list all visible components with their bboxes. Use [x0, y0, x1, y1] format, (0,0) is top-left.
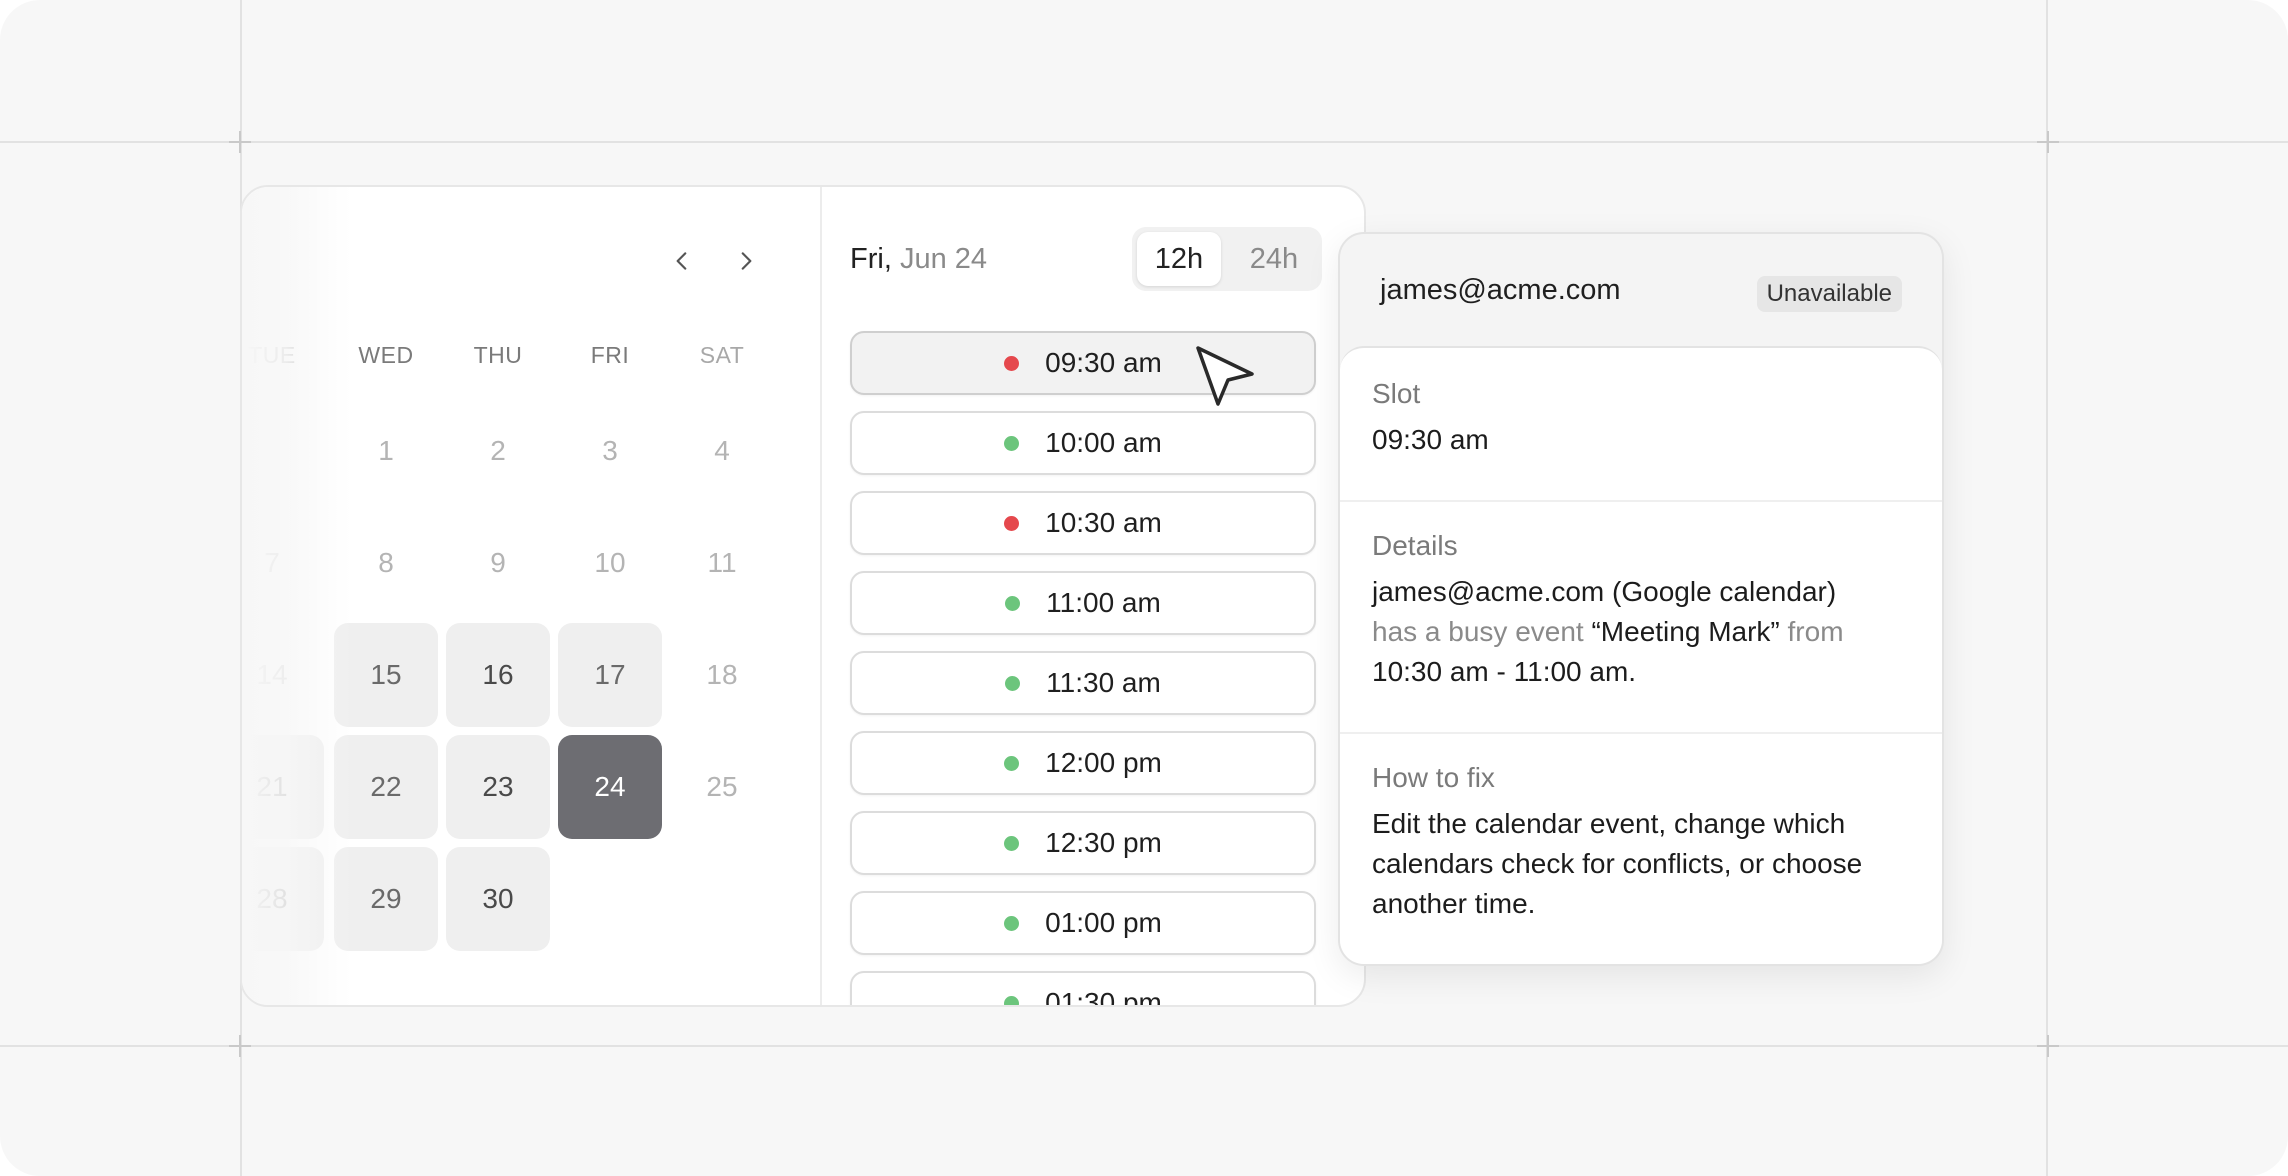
status-dot	[1005, 675, 1021, 691]
format-12h-button[interactable]: 12h	[1137, 232, 1221, 286]
time-slot-button[interactable]: 10:30 am	[850, 491, 1316, 555]
status-dot	[1005, 595, 1021, 611]
plus-marker	[229, 1035, 251, 1057]
calendar-day-18: 18	[706, 659, 738, 690]
calendar-day-17[interactable]: 17	[558, 623, 662, 727]
status-dot	[1004, 435, 1020, 451]
time-slot-pane: Fri, Jun 24 12h 24h 09:30 am 10:00 am 10:3…	[822, 187, 1362, 1005]
next-month-button[interactable]	[724, 239, 768, 283]
mouse-pointer-icon	[1196, 346, 1254, 406]
slot-label: Slot	[1372, 378, 1421, 409]
calendar-day-7: 7	[264, 547, 280, 578]
status-dot	[1004, 755, 1020, 771]
time-slot-button[interactable]: 12:00 pm	[850, 731, 1316, 795]
canvas: TUE WED THU FRI SAT 1 2 3 4 7 8 9 10 11 14 15 16 17 18 21 22…	[0, 0, 2288, 1176]
calendar-day-30[interactable]: 30	[446, 847, 550, 951]
slot-section: Slot 09:30 am	[1372, 378, 1910, 460]
calendar-day-2: 2	[490, 435, 506, 466]
selected-month-day: Jun 24	[899, 243, 988, 275]
booking-widget: TUE WED THU FRI SAT 1 2 3 4 7 8 9 10 11 14 15 16 17 18 21 22…	[240, 185, 1366, 1007]
prev-month-button[interactable]	[660, 239, 704, 283]
calendar-day-3: 3	[602, 435, 618, 466]
calendar-pane: TUE WED THU FRI SAT 1 2 3 4 7 8 9 10 11 14 15 16 17 18 21 22…	[242, 187, 820, 1005]
calendar-day-28[interactable]: 28	[242, 847, 324, 951]
weekday-thu: THU	[473, 342, 523, 368]
format-24h-button[interactable]: 24h	[1232, 232, 1316, 286]
time-slot-button[interactable]: 11:00 am	[850, 571, 1316, 635]
status-badge: Unavailable	[1756, 276, 1902, 312]
guide-line	[0, 141, 2288, 143]
plus-marker	[2037, 131, 2059, 153]
weekday-sat: SAT	[699, 342, 745, 368]
calendar-day-15[interactable]: 15	[334, 623, 438, 727]
time-slot-button[interactable]: 11:30 am	[850, 651, 1316, 715]
details-label: Details	[1372, 530, 1458, 561]
calendar-day-25: 25	[706, 771, 738, 802]
chevron-left-icon	[676, 252, 687, 270]
details-busy: has a busy event	[1372, 616, 1584, 647]
details-calendar: james@acme.com (Google calendar)	[1372, 576, 1837, 607]
details-time-range: 10:30 am - 11:00 am.	[1372, 656, 1637, 687]
calendar-day-23[interactable]: 23	[446, 735, 550, 839]
time-slot-label: 10:30 am	[1045, 507, 1162, 538]
guide-line	[0, 1045, 2288, 1047]
time-slot-label: 11:30 am	[1046, 667, 1161, 698]
guide-line	[2046, 0, 2048, 1176]
section-divider	[1340, 500, 1942, 502]
time-slot-button[interactable]: 12:30 pm	[850, 811, 1316, 875]
calendar-day-11: 11	[707, 547, 737, 578]
calendar-day-8: 8	[378, 547, 394, 578]
calendar-day-10: 10	[594, 547, 626, 578]
time-slot-label: 01:00 pm	[1045, 907, 1162, 938]
plus-marker	[229, 131, 251, 153]
time-slot-label: 12:00 pm	[1045, 747, 1162, 778]
chevron-right-icon	[741, 252, 752, 270]
calendar-day-1: 1	[378, 435, 394, 466]
time-slot-label: 01:30 pm	[1045, 987, 1162, 1007]
fix-text: Edit the calendar event, change which ca…	[1372, 808, 1863, 919]
details-section: Details james@acme.com (Google calendar)…	[1372, 530, 1910, 692]
time-slot-button[interactable]: 01:30 pm	[850, 971, 1316, 1007]
calendar-day-16[interactable]: 16	[446, 623, 550, 727]
calendar-day-4: 4	[714, 435, 730, 466]
time-slot-label: 09:30 am	[1045, 347, 1162, 378]
section-divider	[1340, 732, 1942, 734]
calendar-day-9: 9	[490, 547, 506, 578]
popover-body: Slot 09:30 am Details james@acme.com (Go…	[1340, 346, 1942, 964]
details-event-name: “Meeting Mark”	[1591, 616, 1780, 647]
details-text: james@acme.com (Google calendar) has a b…	[1372, 572, 1910, 692]
time-slot-label: 10:00 am	[1045, 427, 1162, 458]
time-slot-button[interactable]: 10:00 am	[850, 411, 1316, 475]
calendar-day-24[interactable]: 24	[558, 735, 662, 839]
time-slot-label: 12:30 pm	[1045, 827, 1162, 858]
calendar-day-29[interactable]: 29	[334, 847, 438, 951]
fix-label: How to fix	[1372, 762, 1495, 793]
popover-header: james@acme.com Unavailable	[1340, 234, 1942, 346]
status-dot	[1004, 835, 1020, 851]
status-dot	[1004, 995, 1020, 1005]
weekday-wed: WED	[358, 342, 414, 368]
calendar-day-22[interactable]: 22	[334, 735, 438, 839]
weekday-tue: TUE	[248, 342, 296, 368]
status-dot	[1004, 915, 1020, 931]
selected-weekday: Fri,	[850, 243, 892, 275]
time-slot-label: 11:00 am	[1046, 587, 1161, 618]
time-format-toggle: 12h 24h	[1132, 227, 1322, 291]
fix-section: How to fix Edit the calendar event, chan…	[1372, 762, 1910, 924]
calendar-day-14: 14	[256, 659, 288, 690]
details-from: from	[1787, 616, 1844, 647]
plus-marker	[2037, 1035, 2059, 1057]
calendar-day-21[interactable]: 21	[242, 735, 324, 839]
slot-details-popover: james@acme.com Unavailable Slot 09:30 am…	[1338, 232, 1944, 966]
status-dot	[1004, 515, 1020, 531]
time-slot-button[interactable]: 01:00 pm	[850, 891, 1316, 955]
weekday-fri: FRI	[590, 342, 630, 368]
selected-date-label: Fri, Jun 24	[850, 243, 987, 276]
status-dot	[1004, 355, 1020, 371]
slot-value: 09:30 am	[1372, 424, 1489, 455]
host-email: james@acme.com	[1380, 274, 1621, 306]
